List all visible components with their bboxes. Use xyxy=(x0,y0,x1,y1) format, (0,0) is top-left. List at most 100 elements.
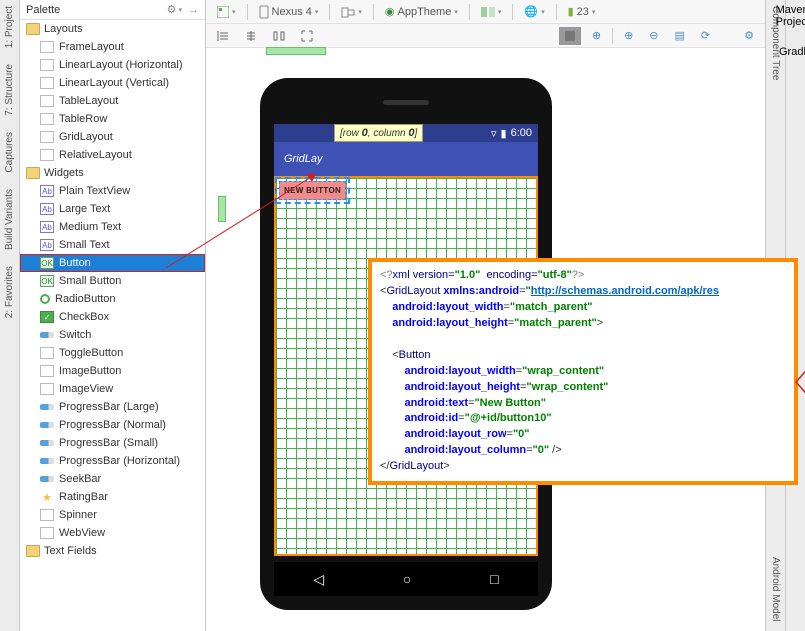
locale-icon[interactable]: 🌐▾ xyxy=(519,3,549,20)
xml-source-panel: <?xml version="1.0" encoding="utf-8"?> <… xyxy=(368,258,798,485)
left-toolwindow-bar: 1: Project 7: Structure Captures Build V… xyxy=(0,0,20,631)
palette-toggle-icon[interactable]: ▾ xyxy=(212,4,241,20)
chevron-right-icon[interactable]: → xyxy=(188,4,199,16)
palette-item-label: LinearLayout (Horizontal) xyxy=(59,59,183,71)
xml-root-tag: GridLayout xyxy=(386,285,440,297)
widget-icon xyxy=(40,347,54,359)
tab-project[interactable]: 1: Project xyxy=(2,4,17,50)
wifi-icon: ▿ xyxy=(491,127,497,140)
category-label: Widgets xyxy=(44,167,84,179)
folder-icon xyxy=(26,167,40,179)
palette-item-small-button[interactable]: OKSmall Button xyxy=(20,272,205,290)
palette-item-progressbar-large-[interactable]: ProgressBar (Large) xyxy=(20,398,205,416)
design-toolbar-1: ▾ Nexus 4▾ ▾ ◉AppTheme▾ ▾ 🌐▾ ▮23▾ xyxy=(206,0,765,24)
widget-icon xyxy=(40,149,54,161)
tab-android-model[interactable]: Android Model xyxy=(768,555,783,623)
palette-item-seekbar[interactable]: SeekBar xyxy=(20,470,205,488)
zoom-fit-icon[interactable]: ⊕ xyxy=(587,27,606,44)
layout-variants-icon[interactable]: ▾ xyxy=(476,5,507,19)
zoom-out-icon[interactable]: ⊖ xyxy=(644,27,663,44)
drop-hint-top xyxy=(266,47,326,55)
align-center-icon[interactable] xyxy=(240,28,262,44)
palette-item-linearlayout-horizontal-[interactable]: LinearLayout (Horizontal) xyxy=(20,56,205,74)
viewport-icon[interactable] xyxy=(559,27,581,45)
palette-item-label: GridLayout xyxy=(59,131,113,143)
palette-item-radiobutton[interactable]: RadioButton xyxy=(20,290,205,308)
palette-panel: Palette ⚙▾ → LayoutsFrameLayoutLinearLay… xyxy=(20,0,206,631)
orientation-icon[interactable]: ▾ xyxy=(336,4,367,20)
gear-icon[interactable]: ⚙ xyxy=(167,3,177,16)
palette-item-button[interactable]: OKButton xyxy=(20,254,205,272)
palette-item-progressbar-small-[interactable]: ProgressBar (Small) xyxy=(20,434,205,452)
design-toolbar-2: ⊕ ⊕ ⊖ ▤ ⟳ ⚙ xyxy=(206,24,765,48)
tab-structure[interactable]: 7: Structure xyxy=(2,62,17,118)
palette-item-label: Medium Text xyxy=(59,221,121,233)
palette-item-gridlayout[interactable]: GridLayout xyxy=(20,128,205,146)
settings-gear-icon[interactable]: ⚙ xyxy=(739,27,759,44)
palette-item-switch[interactable]: Switch xyxy=(20,326,205,344)
palette-item-framelayout[interactable]: FrameLayout xyxy=(20,38,205,56)
widget-icon: OK xyxy=(40,257,54,269)
palette-item-imageview[interactable]: ImageView xyxy=(20,380,205,398)
app-title: GridLay xyxy=(284,153,323,165)
palette-item-large-text[interactable]: AbLarge Text xyxy=(20,200,205,218)
widget-icon xyxy=(40,404,54,410)
tab-captures[interactable]: Captures xyxy=(2,130,17,175)
palette-category[interactable]: Widgets xyxy=(20,164,205,182)
palette-item-label: Spinner xyxy=(59,509,97,521)
widget-icon xyxy=(40,422,54,428)
theme-selector[interactable]: ◉AppTheme▾ xyxy=(380,3,463,20)
grid-tooltip: [row 0, column 0] xyxy=(334,124,423,142)
distribute-icon[interactable] xyxy=(268,28,290,44)
doc-icon[interactable]: ▤ xyxy=(670,27,690,44)
palette-item-tablerow[interactable]: TableRow xyxy=(20,110,205,128)
status-time: 6:00 xyxy=(511,127,532,139)
tab-maven[interactable]: Maven Projects xyxy=(776,4,805,28)
palette-item-label: FrameLayout xyxy=(59,41,124,53)
palette-item-progressbar-normal-[interactable]: ProgressBar (Normal) xyxy=(20,416,205,434)
folder-icon xyxy=(26,545,40,557)
palette-item-webview[interactable]: WebView xyxy=(20,524,205,542)
widget-icon xyxy=(40,41,54,53)
palette-item-togglebutton[interactable]: ToggleButton xyxy=(20,344,205,362)
palette-item-label: RatingBar xyxy=(59,491,108,503)
palette-item-label: ProgressBar (Small) xyxy=(59,437,158,449)
palette-item-progressbar-horizontal-[interactable]: ProgressBar (Horizontal) xyxy=(20,452,205,470)
palette-item-imagebutton[interactable]: ImageButton xyxy=(20,362,205,380)
palette-item-label: ProgressBar (Horizontal) xyxy=(59,455,180,467)
widget-icon: Ab xyxy=(40,221,54,233)
palette-item-spinner[interactable]: Spinner xyxy=(20,506,205,524)
align-left-icon[interactable] xyxy=(212,28,234,44)
palette-item-label: Plain TextView xyxy=(59,185,130,197)
folder-icon xyxy=(26,23,40,35)
device-selector[interactable]: Nexus 4▾ xyxy=(254,3,324,21)
tab-favorites[interactable]: 2: Favorites xyxy=(2,264,17,320)
palette-item-linearlayout-vertical-[interactable]: LinearLayout (Vertical) xyxy=(20,74,205,92)
palette-item-medium-text[interactable]: Ab Medium Text xyxy=(20,218,205,236)
nav-home-icon[interactable]: ○ xyxy=(403,571,411,587)
palette-category[interactable]: Text Fields xyxy=(20,542,205,560)
app-bar: GridLay [row 0, column 0] xyxy=(274,142,538,176)
refresh-icon[interactable]: ⟳ xyxy=(696,27,715,44)
palette-item-ratingbar[interactable]: ★RatingBar xyxy=(20,488,205,506)
palette-item-small-text[interactable]: AbSmall Text xyxy=(20,236,205,254)
palette-item-relativelayout[interactable]: RelativeLayout xyxy=(20,146,205,164)
palette-list[interactable]: Layouts FrameLayout LinearLayout (Horizont… xyxy=(20,20,205,631)
expand-icon[interactable] xyxy=(296,28,318,44)
palette-item-label: ProgressBar (Large) xyxy=(59,401,159,413)
widget-icon: Ab xyxy=(40,185,54,197)
nav-back-icon[interactable]: ◁ xyxy=(313,571,324,588)
tab-gradle[interactable]: Gradle xyxy=(779,46,805,58)
palette-item-label: SeekBar xyxy=(59,473,101,485)
palette-item-plain-textview[interactable]: Ab Plain TextView xyxy=(20,182,205,200)
phone-speaker xyxy=(383,100,429,105)
zoom-actual-icon[interactable]: ⊕ xyxy=(619,27,638,44)
palette-item-tablelayout[interactable]: TableLayout xyxy=(20,92,205,110)
category-label: Text Fields xyxy=(44,545,97,557)
nav-recents-icon[interactable]: □ xyxy=(490,571,498,587)
api-selector[interactable]: ▮23▾ xyxy=(563,3,601,20)
new-button-widget[interactable]: NEW BUTTON xyxy=(279,181,346,200)
tab-build-variants[interactable]: Build Variants xyxy=(2,187,17,252)
palette-category[interactable]: Layouts xyxy=(20,20,205,38)
palette-item-checkbox[interactable]: ✓CheckBox xyxy=(20,308,205,326)
